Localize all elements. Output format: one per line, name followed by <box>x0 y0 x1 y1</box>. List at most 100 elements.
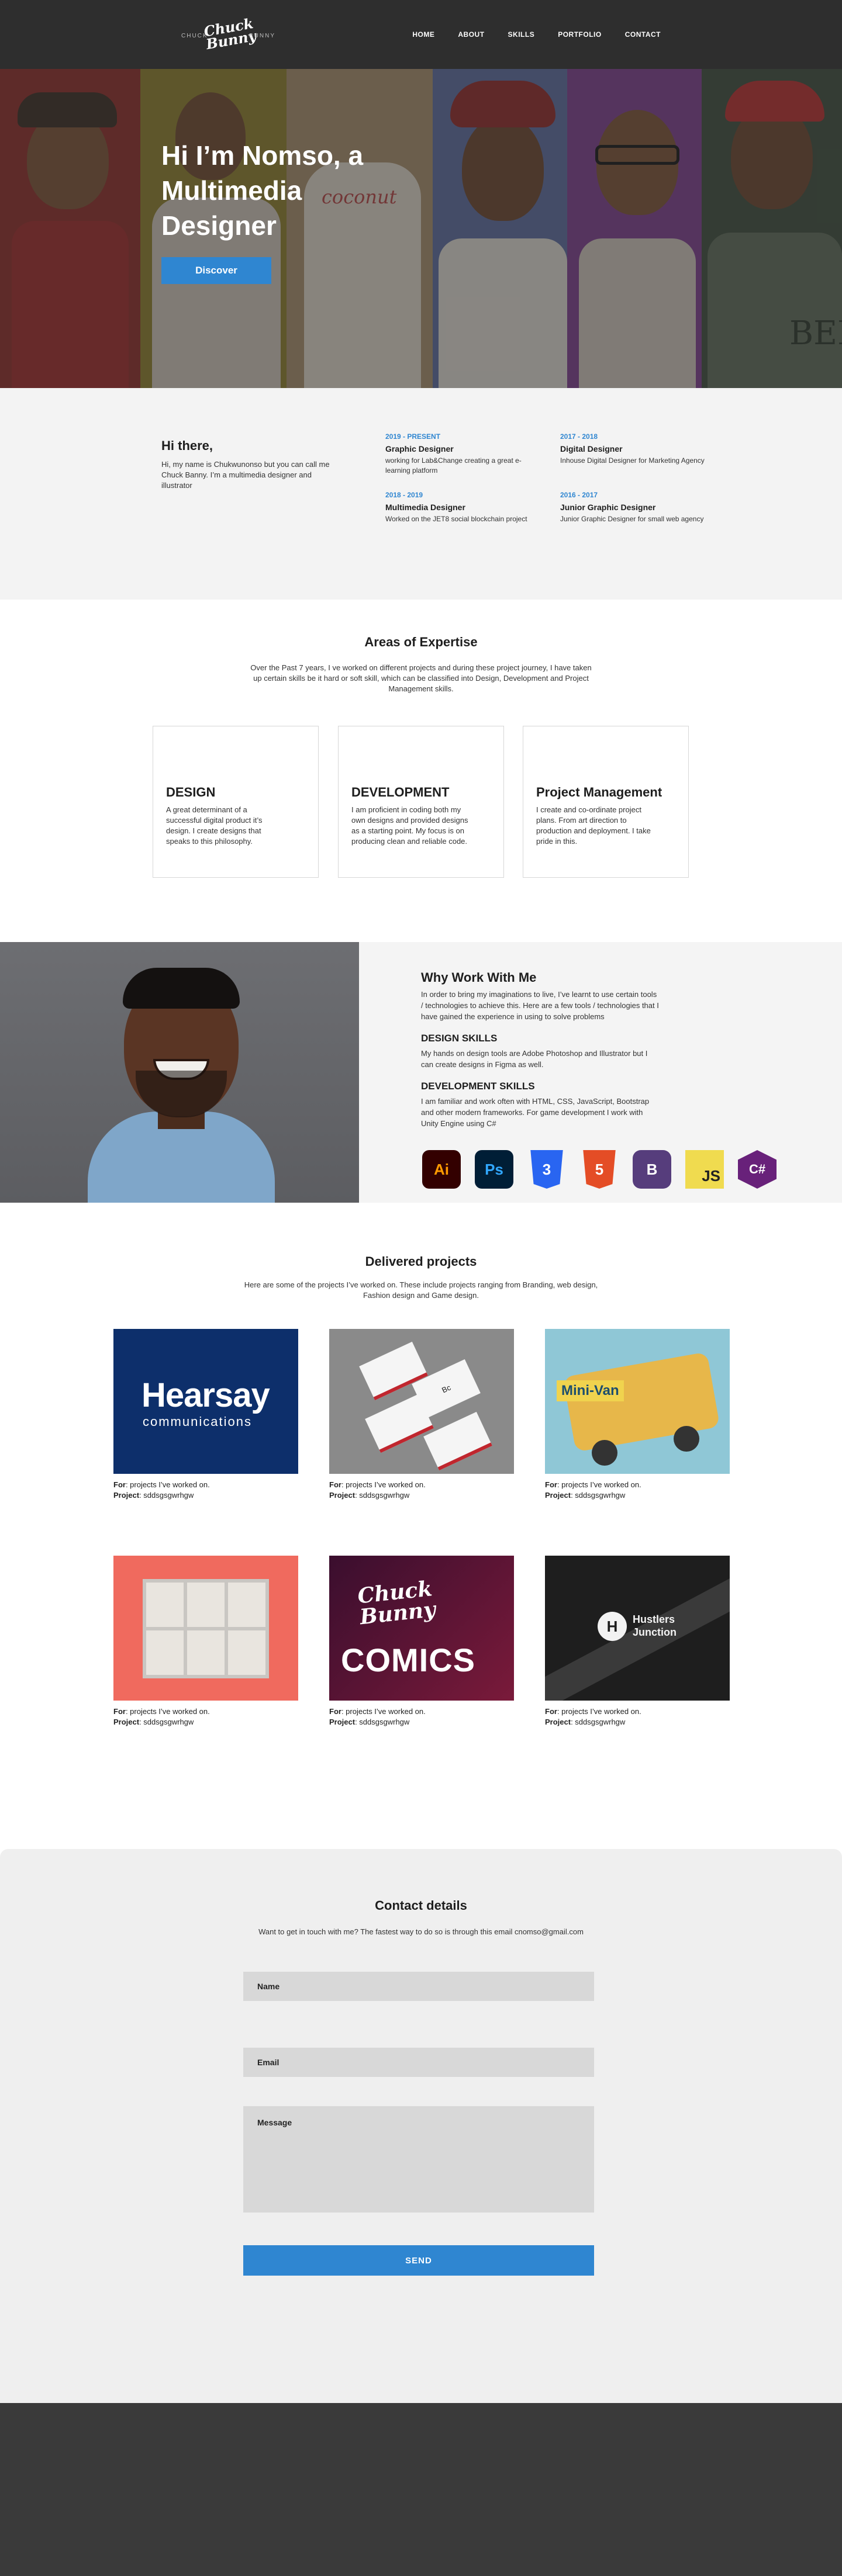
about-heading: Hi there, <box>161 438 213 453</box>
tool-icons: Ai Ps 3 5 B JS C# <box>422 1150 777 1189</box>
project-for-line: For: projects I’ve worked on. <box>545 1707 641 1716</box>
nav-link-about[interactable]: ABOUT <box>458 30 484 39</box>
card-title: Project Management <box>536 785 662 799</box>
projects-subtitle: Here are some of the projects I’ve worke… <box>244 1280 598 1300</box>
hustlers-logo-icon: H <box>598 1612 627 1641</box>
minivan-label: Mini-Van <box>557 1380 624 1401</box>
project-thumbnail[interactable]: H Hustlers Junction <box>545 1556 730 1701</box>
timeline-desc: Junior Graphic Designer for small web ag… <box>560 515 704 523</box>
bootstrap-icon: B <box>633 1150 671 1189</box>
main-menu: HOME ABOUT SKILLS PORTFOLIO CONTACT <box>412 30 661 39</box>
hero-section: coconut BEBE Hi I’m Nomso, a Multimedia … <box>0 69 842 388</box>
avatar-tile <box>187 1630 225 1675</box>
send-button[interactable]: SEND <box>243 2245 594 2276</box>
project-name-line: Project: sddsgsgwrhgw <box>113 1718 194 1726</box>
card-text: I am proficient in coding both my own de… <box>351 805 468 846</box>
nav-link-portfolio[interactable]: PORTFOLIO <box>558 30 602 39</box>
site-logo[interactable]: CHUCK Chuck Bunny BUNNY <box>181 15 274 53</box>
logo-right-text: BUNNY <box>249 33 276 39</box>
discover-button[interactable]: Discover <box>161 257 271 284</box>
project-card[interactable]: H Hustlers Junction For: projects I’ve w… <box>545 1556 730 1727</box>
timeline-role: Multimedia Designer <box>385 503 465 512</box>
timeline-date: 2019 - PRESENT <box>385 432 441 441</box>
hustlers-logo-text: Hustlers Junction <box>633 1614 677 1638</box>
projects-title: Delivered projects <box>365 1254 477 1269</box>
project-name-line: Project: sddsgsgwrhgw <box>113 1491 194 1500</box>
hearsay-logo-text: Hearsay <box>142 1376 270 1414</box>
project-card[interactable]: Hearsay communications For: projects I’v… <box>113 1329 298 1501</box>
why-intro: In order to bring my imaginations to liv… <box>421 990 659 1021</box>
project-thumbnail[interactable]: Mini-Van <box>545 1329 730 1474</box>
timeline-role: Junior Graphic Designer <box>560 503 656 512</box>
timeline-date: 2017 - 2018 <box>560 432 598 441</box>
timeline-role: Graphic Designer <box>385 444 454 453</box>
timeline-date: 2016 - 2017 <box>560 491 598 499</box>
nav-link-skills[interactable]: SKILLS <box>508 30 535 39</box>
timeline-date: 2018 - 2019 <box>385 491 423 499</box>
project-caption: For: projects I’ve worked on. Project: s… <box>329 1706 514 1727</box>
timeline-entry: 2016 - 2017 Junior Graphic Designer Juni… <box>560 491 712 524</box>
portrait-hair <box>123 968 240 1009</box>
contact-section: Contact details Want to get in touch wit… <box>0 1849 842 2403</box>
expertise-card-design: DESIGN A great determinant of a successf… <box>153 726 319 878</box>
project-name-line: Project: sddsgsgwrhgw <box>545 1491 626 1500</box>
avatar-tile <box>146 1583 184 1627</box>
comics-title-text: COMICS <box>341 1642 475 1678</box>
illustrator-icon: Ai <box>422 1150 461 1189</box>
nav-link-contact[interactable]: CONTACT <box>625 30 661 39</box>
project-card[interactable]: For: projects I’ve worked on. Project: s… <box>113 1556 298 1727</box>
card-text: I create and co-ordinate project plans. … <box>536 805 651 846</box>
photoshop-icon: Ps <box>475 1150 513 1189</box>
contact-subtitle: Want to get in touch with me? The fastes… <box>258 1927 584 1936</box>
hero-title: Hi I’m Nomso, a Multimedia Designer <box>161 140 364 241</box>
project-caption: For: projects I’ve worked on. Project: s… <box>113 1480 298 1501</box>
project-name-line: Project: sddsgsgwrhgw <box>329 1718 410 1726</box>
project-for-line: For: projects I’ve worked on. <box>113 1707 210 1716</box>
dev-skills-text: I am familiar and work often with HTML, … <box>421 1097 650 1128</box>
project-thumbnail[interactable]: Chuck Bunny COMICS <box>329 1556 514 1701</box>
javascript-icon: JS <box>685 1150 724 1189</box>
hero-overlay <box>0 69 842 388</box>
timeline-role: Digital Designer <box>560 444 623 453</box>
avatar-tile <box>146 1630 184 1675</box>
email-field[interactable] <box>243 2048 594 2077</box>
project-card[interactable]: Mini-Van For: projects I’ve worked on. P… <box>545 1329 730 1501</box>
nav-link-home[interactable]: HOME <box>412 30 434 39</box>
message-field[interactable] <box>243 2106 594 2213</box>
timeline-entry: 2018 - 2019 Multimedia Designer Worked o… <box>385 491 537 524</box>
avatar-tile <box>228 1630 265 1675</box>
project-for-line: For: projects I’ve worked on. <box>329 1480 426 1489</box>
why-section: Why Work With Me In order to bring my im… <box>0 942 842 1203</box>
contact-title: Contact details <box>375 1898 467 1913</box>
project-caption: For: projects I’ve worked on. Project: s… <box>113 1706 298 1727</box>
html5-icon: 5 <box>583 1150 616 1189</box>
portrait-beard <box>136 1071 227 1117</box>
business-card <box>423 1411 492 1471</box>
design-skills-heading: DESIGN SKILLS <box>421 1033 498 1044</box>
avatar-tile <box>228 1583 265 1627</box>
avatar-tile <box>187 1583 225 1627</box>
project-name-line: Project: sddsgsgwrhgw <box>329 1491 410 1500</box>
name-field[interactable] <box>243 1972 594 2001</box>
about-section: Hi there, Hi, my name is Chukwunonso but… <box>0 388 842 600</box>
project-name-line: Project: sddsgsgwrhgw <box>545 1718 626 1726</box>
project-thumbnail[interactable]: Bc <box>329 1329 514 1474</box>
comics-script-text: Chuck Bunny <box>356 1576 437 1630</box>
project-card[interactable]: Bc For: projects I’ve worked on. Project… <box>329 1329 514 1501</box>
expertise-title: Areas of Expertise <box>364 635 478 649</box>
portrait-photo <box>0 942 359 1203</box>
why-content: Why Work With Me In order to bring my im… <box>421 970 661 1129</box>
dev-skills-heading: DEVELOPMENT SKILLS <box>421 1081 535 1092</box>
project-for-line: For: projects I’ve worked on. <box>113 1480 210 1489</box>
project-caption: For: projects I’ve worked on. Project: s… <box>545 1480 730 1501</box>
footer <box>0 2403 842 2576</box>
project-thumbnail[interactable] <box>113 1556 298 1701</box>
project-for-line: For: projects I’ve worked on. <box>545 1480 641 1489</box>
project-card[interactable]: Chuck Bunny COMICS For: projects I’ve wo… <box>329 1556 514 1727</box>
about-intro: Hi, my name is Chukwunonso but you can c… <box>161 460 330 490</box>
project-thumbnail[interactable]: Hearsay communications <box>113 1329 298 1474</box>
why-title: Why Work With Me <box>421 970 537 985</box>
expertise-subtitle: Over the Past 7 years, I ve worked on di… <box>250 663 592 693</box>
timeline-desc: Worked on the JET8 social blockchain pro… <box>385 515 527 523</box>
timeline-desc: Inhouse Digital Designer for Marketing A… <box>560 456 705 465</box>
